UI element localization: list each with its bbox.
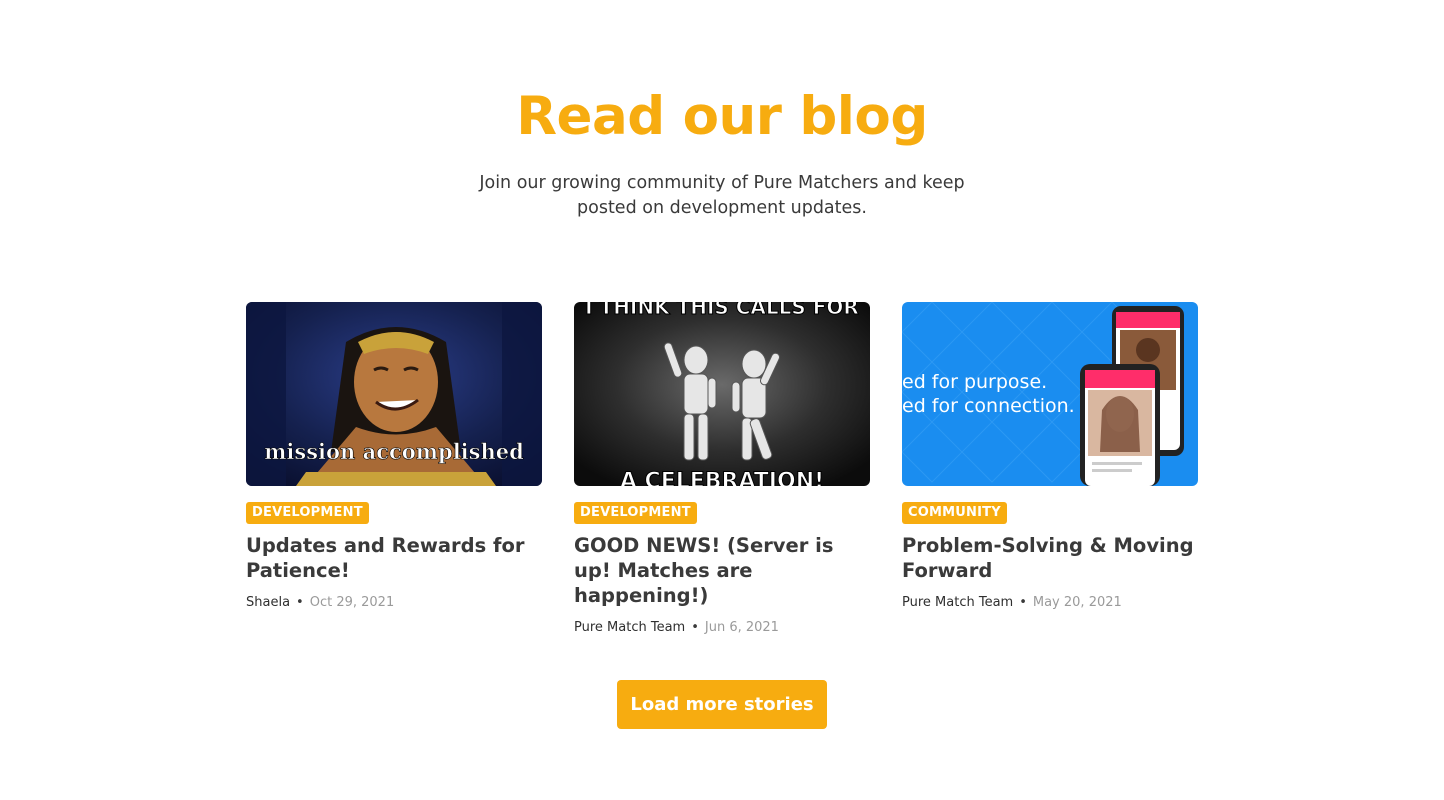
post-thumbnail[interactable]: ed for purpose. ed for connection. xyxy=(902,302,1198,486)
post-image-kronk: mission accomplished xyxy=(246,302,542,486)
post-date: Jun 6, 2021 xyxy=(704,620,779,635)
blog-card[interactable]: ed for purpose. ed for connection. COMMU… xyxy=(902,302,1198,612)
meta-separator: • xyxy=(296,595,304,610)
post-meta: Shaela • Oct 29, 2021 xyxy=(246,594,542,612)
image-text-line1: ed for purpose. xyxy=(902,371,1047,393)
meta-separator: • xyxy=(1019,595,1027,610)
post-date: May 20, 2021 xyxy=(1032,595,1122,610)
post-title[interactable]: GOOD NEWS! (Server is up! Matches are ha… xyxy=(574,533,870,608)
post-author: Pure Match Team xyxy=(574,620,686,635)
post-author: Shaela xyxy=(246,595,291,610)
post-title[interactable]: Problem-Solving & Moving Forward xyxy=(902,533,1198,583)
post-image-app-phones: ed for purpose. ed for connection. xyxy=(902,302,1198,486)
blog-section: Read our blog Join our growing community… xyxy=(0,0,1444,800)
image-caption: mission accomplished xyxy=(264,439,524,464)
category-tag[interactable]: DEVELOPMENT xyxy=(246,502,369,524)
section-subtitle: Join our growing community of Pure Match… xyxy=(479,173,965,218)
image-caption-top: I THINK THIS CALLS FOR xyxy=(585,302,859,319)
post-date: Oct 29, 2021 xyxy=(309,595,395,610)
image-caption-bottom: A CELEBRATION! xyxy=(620,469,824,486)
image-text-line2: ed for connection. xyxy=(902,395,1075,417)
load-more-button[interactable]: Load more stories xyxy=(617,680,827,729)
post-title[interactable]: Updates and Rewards for Patience! xyxy=(246,533,542,583)
post-author: Pure Match Team xyxy=(902,595,1014,610)
category-tag[interactable]: DEVELOPMENT xyxy=(574,502,697,524)
post-thumbnail[interactable]: I THINK THIS CALLS FOR A CELEBRATION! xyxy=(574,302,870,486)
post-meta: Pure Match Team • Jun 6, 2021 xyxy=(574,619,870,637)
section-title: Read our blog xyxy=(516,86,928,147)
blog-card[interactable]: mission accomplished DEVELOPMENT Updates… xyxy=(246,302,542,612)
meta-separator: • xyxy=(691,620,699,635)
blog-card[interactable]: I THINK THIS CALLS FOR A CELEBRATION! DE… xyxy=(574,302,870,637)
post-thumbnail[interactable]: mission accomplished xyxy=(246,302,542,486)
post-meta: Pure Match Team • May 20, 2021 xyxy=(902,594,1198,612)
category-tag[interactable]: COMMUNITY xyxy=(902,502,1007,524)
post-image-stormtroopers: I THINK THIS CALLS FOR A CELEBRATION! xyxy=(574,302,870,486)
